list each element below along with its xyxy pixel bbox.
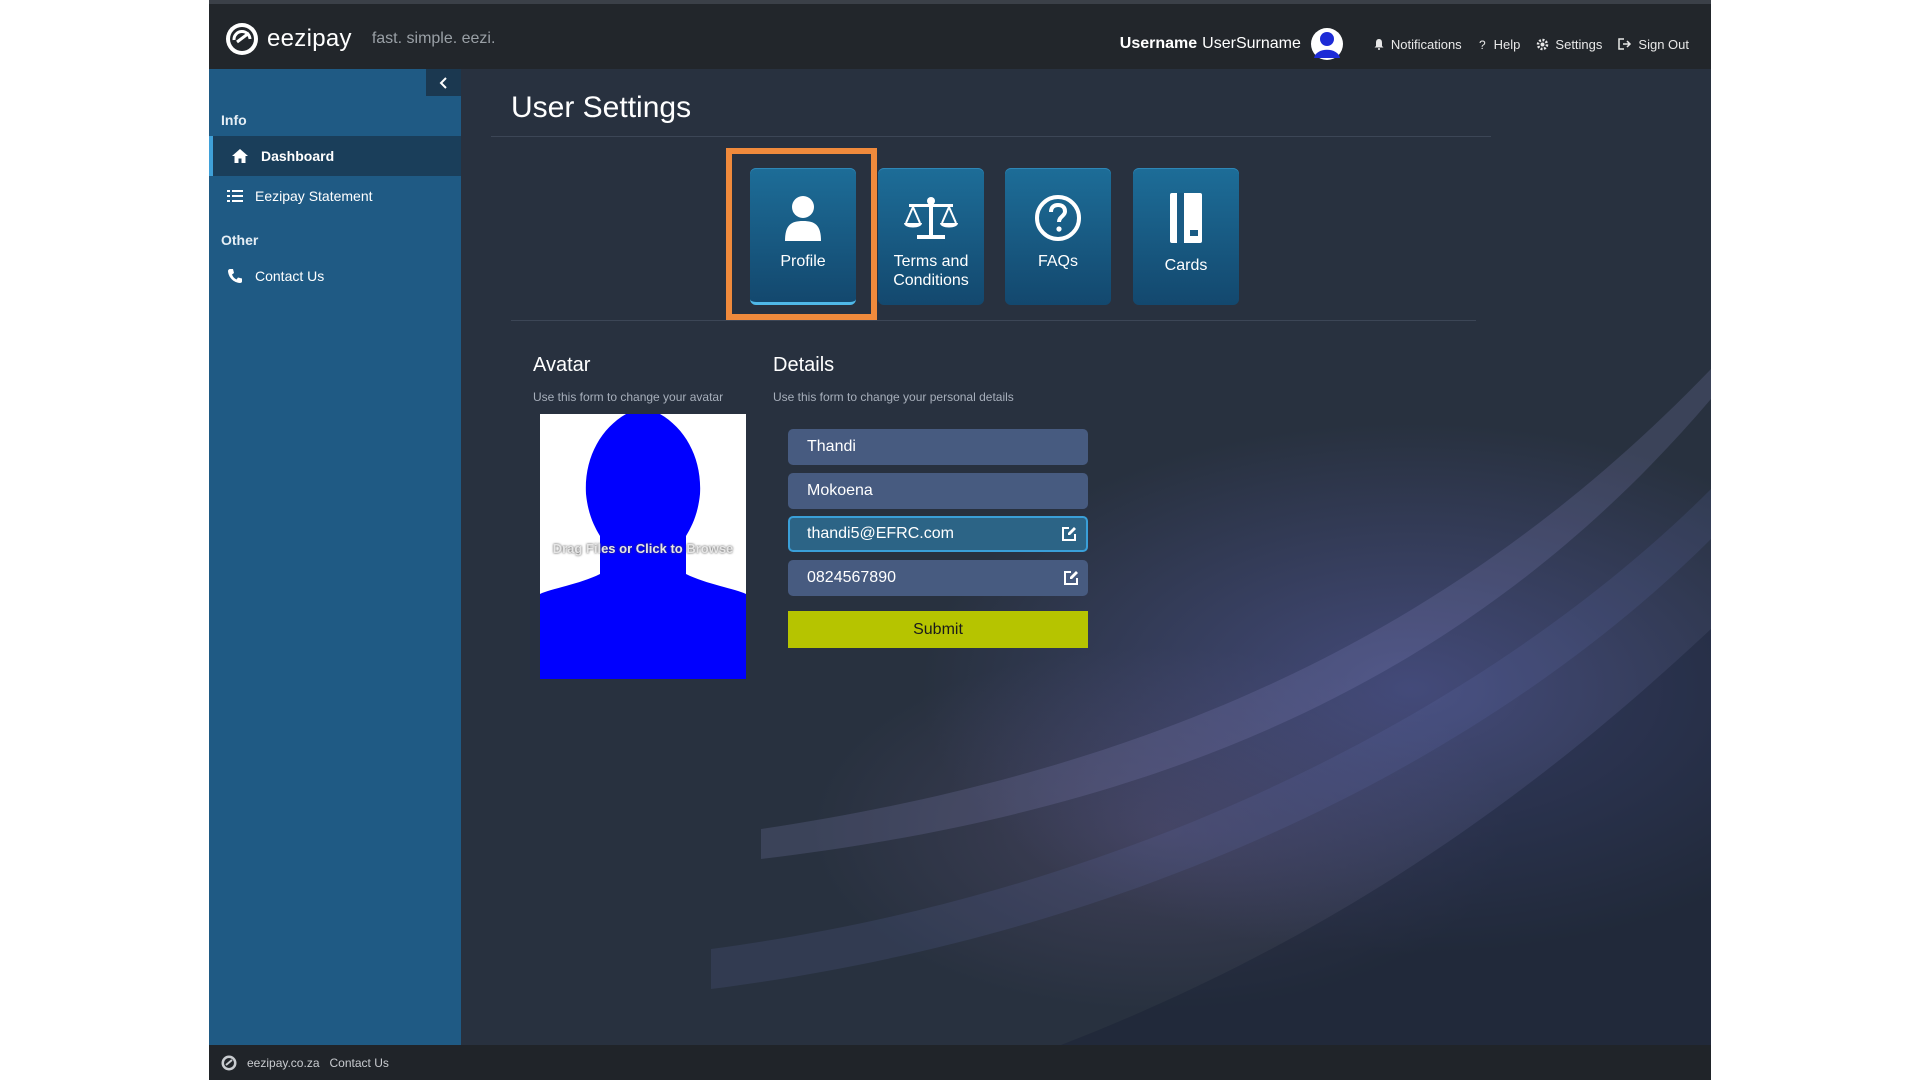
sign-out-icon <box>1618 38 1632 50</box>
sidebar-group-info: Info <box>221 112 247 128</box>
eezipay-logo-icon <box>226 23 258 55</box>
settings-link[interactable]: Settings <box>1536 37 1602 52</box>
footer: eezipay.co.za Contact Us <box>209 1045 1711 1080</box>
card-icon <box>1170 193 1202 243</box>
email-field[interactable] <box>788 516 1088 552</box>
sidebar-item-dashboard[interactable]: Dashboard <box>209 136 461 176</box>
user-avatar-icon[interactable] <box>1310 28 1343 60</box>
phone-input[interactable] <box>788 568 1049 588</box>
question-circle-icon <box>1035 195 1081 241</box>
sidebar-item-label: Dashboard <box>261 148 335 164</box>
chevron-left-icon <box>439 76 447 89</box>
username-label: Username <box>1119 35 1198 52</box>
submit-button[interactable]: Submit <box>788 611 1088 648</box>
app-window: eezipay fast. simple. eezi. Username Use… <box>209 0 1711 1080</box>
brand-name: eezipay <box>267 25 352 52</box>
question-icon: ? <box>1479 38 1486 50</box>
settings-label: Settings <box>1555 36 1603 52</box>
gear-icon <box>1537 38 1549 50</box>
sidebar-item-contact-us[interactable]: Contact Us <box>209 256 461 296</box>
tab-terms-and-conditions[interactable]: Terms and Conditions <box>878 168 984 305</box>
avatar-drop-text: Drag Files or Click to Browse <box>552 541 734 556</box>
sidebar-group-other: Other <box>221 232 259 248</box>
edit-icon[interactable] <box>1062 569 1080 587</box>
sidebar-collapse-button[interactable] <box>426 69 461 96</box>
page-title: User Settings <box>511 91 692 124</box>
tab-label: Terms and Conditions <box>893 253 969 289</box>
profile-tab-highlight <box>726 148 877 320</box>
avatar-section-subtitle: Use this form to change your avatar <box>533 390 724 404</box>
avatar-section-title: Avatar <box>533 354 591 376</box>
last-name-field[interactable] <box>788 473 1088 509</box>
email-input[interactable] <box>790 524 1049 544</box>
tagline: fast. simple. eezi. <box>371 30 496 47</box>
top-bar: eezipay fast. simple. eezi. Username Use… <box>209 0 1711 69</box>
main-content: User Settings Profile Terms and Conditio… <box>461 69 1711 1045</box>
avatar-dropzone[interactable]: Drag Files or Click to Browse <box>540 414 746 679</box>
brand[interactable]: eezipay fast. simple. eezi. <box>225 22 495 56</box>
last-name-input[interactable] <box>788 481 1049 501</box>
user-surname-label: UserSurname <box>1202 35 1301 52</box>
help-link[interactable]: ? Help <box>1478 37 1521 52</box>
user-area: Username UserSurname Notifications ? Hel… <box>1120 28 1689 60</box>
phone-field[interactable] <box>788 560 1088 596</box>
sign-out-link[interactable]: Sign Out <box>1618 37 1689 52</box>
first-name-input[interactable] <box>788 437 1049 457</box>
eezipay-logo-icon <box>221 1055 237 1070</box>
sidebar-item-eezipay-statement[interactable]: Eezipay Statement <box>209 176 461 216</box>
tab-faqs[interactable]: FAQs <box>1005 168 1111 305</box>
bell-icon <box>1374 39 1384 50</box>
details-section-title: Details <box>773 354 835 376</box>
first-name-field[interactable] <box>788 429 1088 465</box>
footer-contact-link[interactable]: Contact Us <box>330 1056 389 1070</box>
title-divider <box>491 136 1491 137</box>
help-label: Help <box>1493 36 1521 52</box>
section-divider <box>511 320 1476 321</box>
footer-site-link[interactable]: eezipay.co.za <box>247 1056 320 1070</box>
notifications-link[interactable]: Notifications <box>1373 37 1462 52</box>
sidebar-item-label: Eezipay Statement <box>255 188 373 204</box>
sidebar: Info Dashboard Eezipay Statement Other C… <box>209 69 461 1045</box>
sign-out-label: Sign Out <box>1638 36 1689 52</box>
scales-icon <box>904 197 958 239</box>
home-icon <box>232 149 248 163</box>
tab-cards[interactable]: Cards <box>1133 168 1239 305</box>
list-icon <box>227 190 243 202</box>
notifications-label: Notifications <box>1390 36 1462 52</box>
sidebar-item-label: Contact Us <box>255 268 325 284</box>
tab-label: FAQs <box>1037 253 1078 270</box>
edit-icon[interactable] <box>1060 525 1078 543</box>
phone-icon <box>228 269 242 283</box>
details-section-subtitle: Use this form to change your personal de… <box>773 390 1014 404</box>
svg-text:?: ? <box>1479 38 1486 50</box>
tab-label: Cards <box>1164 257 1208 274</box>
